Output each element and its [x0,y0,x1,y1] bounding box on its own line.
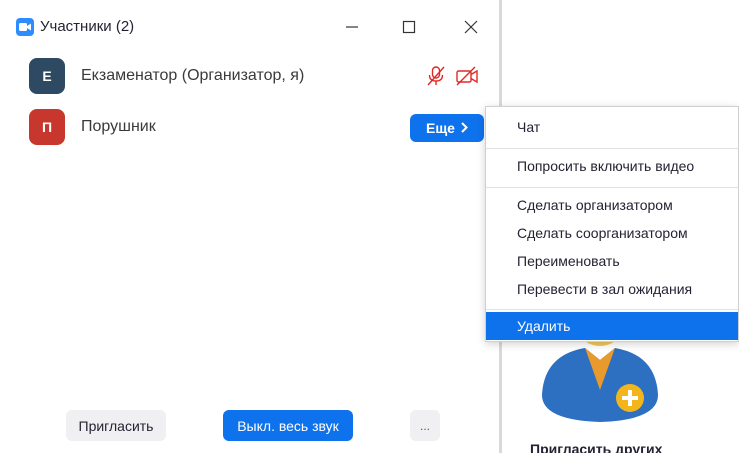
participant-row[interactable]: Е Екзаменатор (Организатор, я) [0,56,499,96]
avatar: Е [29,58,65,94]
invite-others-label[interactable]: Пригласить других [530,441,662,453]
participant-status [425,65,483,87]
menu-item-rename[interactable]: Переименовать [486,247,738,275]
mic-muted-icon[interactable] [425,65,447,92]
participant-row[interactable]: П Порушник Еще [0,107,499,147]
chevron-right-icon [461,120,468,136]
maximize-icon[interactable] [394,12,424,42]
minimize-icon[interactable] [337,12,367,42]
menu-item-make-host[interactable]: Сделать организатором [486,191,738,219]
more-button-label: Еще [426,120,455,136]
participant-name: Екзаменатор (Организатор, я) [81,67,305,84]
participant-name: Порушник [81,118,156,135]
mute-all-button[interactable]: Выкл. весь звук [223,410,353,441]
participant-context-menu: Чат Попросить включить видео Сделать орг… [485,106,739,342]
zoom-app-icon [16,18,34,36]
avatar: П [29,109,65,145]
video-off-icon[interactable] [455,66,479,91]
menu-item-ask-start-video[interactable]: Попросить включить видео [486,152,738,180]
window-title: Участники (2) [40,18,135,35]
close-icon[interactable] [456,12,486,42]
menu-separator [486,309,738,310]
participants-window: Участники (2) Е Екзаменатор (Организатор… [0,0,499,453]
menu-separator [486,187,738,188]
more-options-button[interactable]: ... [410,410,440,441]
title-bar: Участники (2) [0,0,499,52]
menu-item-chat[interactable]: Чат [486,113,738,141]
menu-item-waiting-room[interactable]: Перевести в зал ожидания [486,275,738,303]
invite-button[interactable]: Пригласить [66,410,166,441]
menu-item-remove[interactable]: Удалить [486,312,738,340]
menu-item-make-cohost[interactable]: Сделать соорганизатором [486,219,738,247]
menu-separator [486,148,738,149]
zoom-screen: Пригласить других Участники (2) Е Екзаме… [0,0,739,453]
more-button[interactable]: Еще [410,114,484,142]
